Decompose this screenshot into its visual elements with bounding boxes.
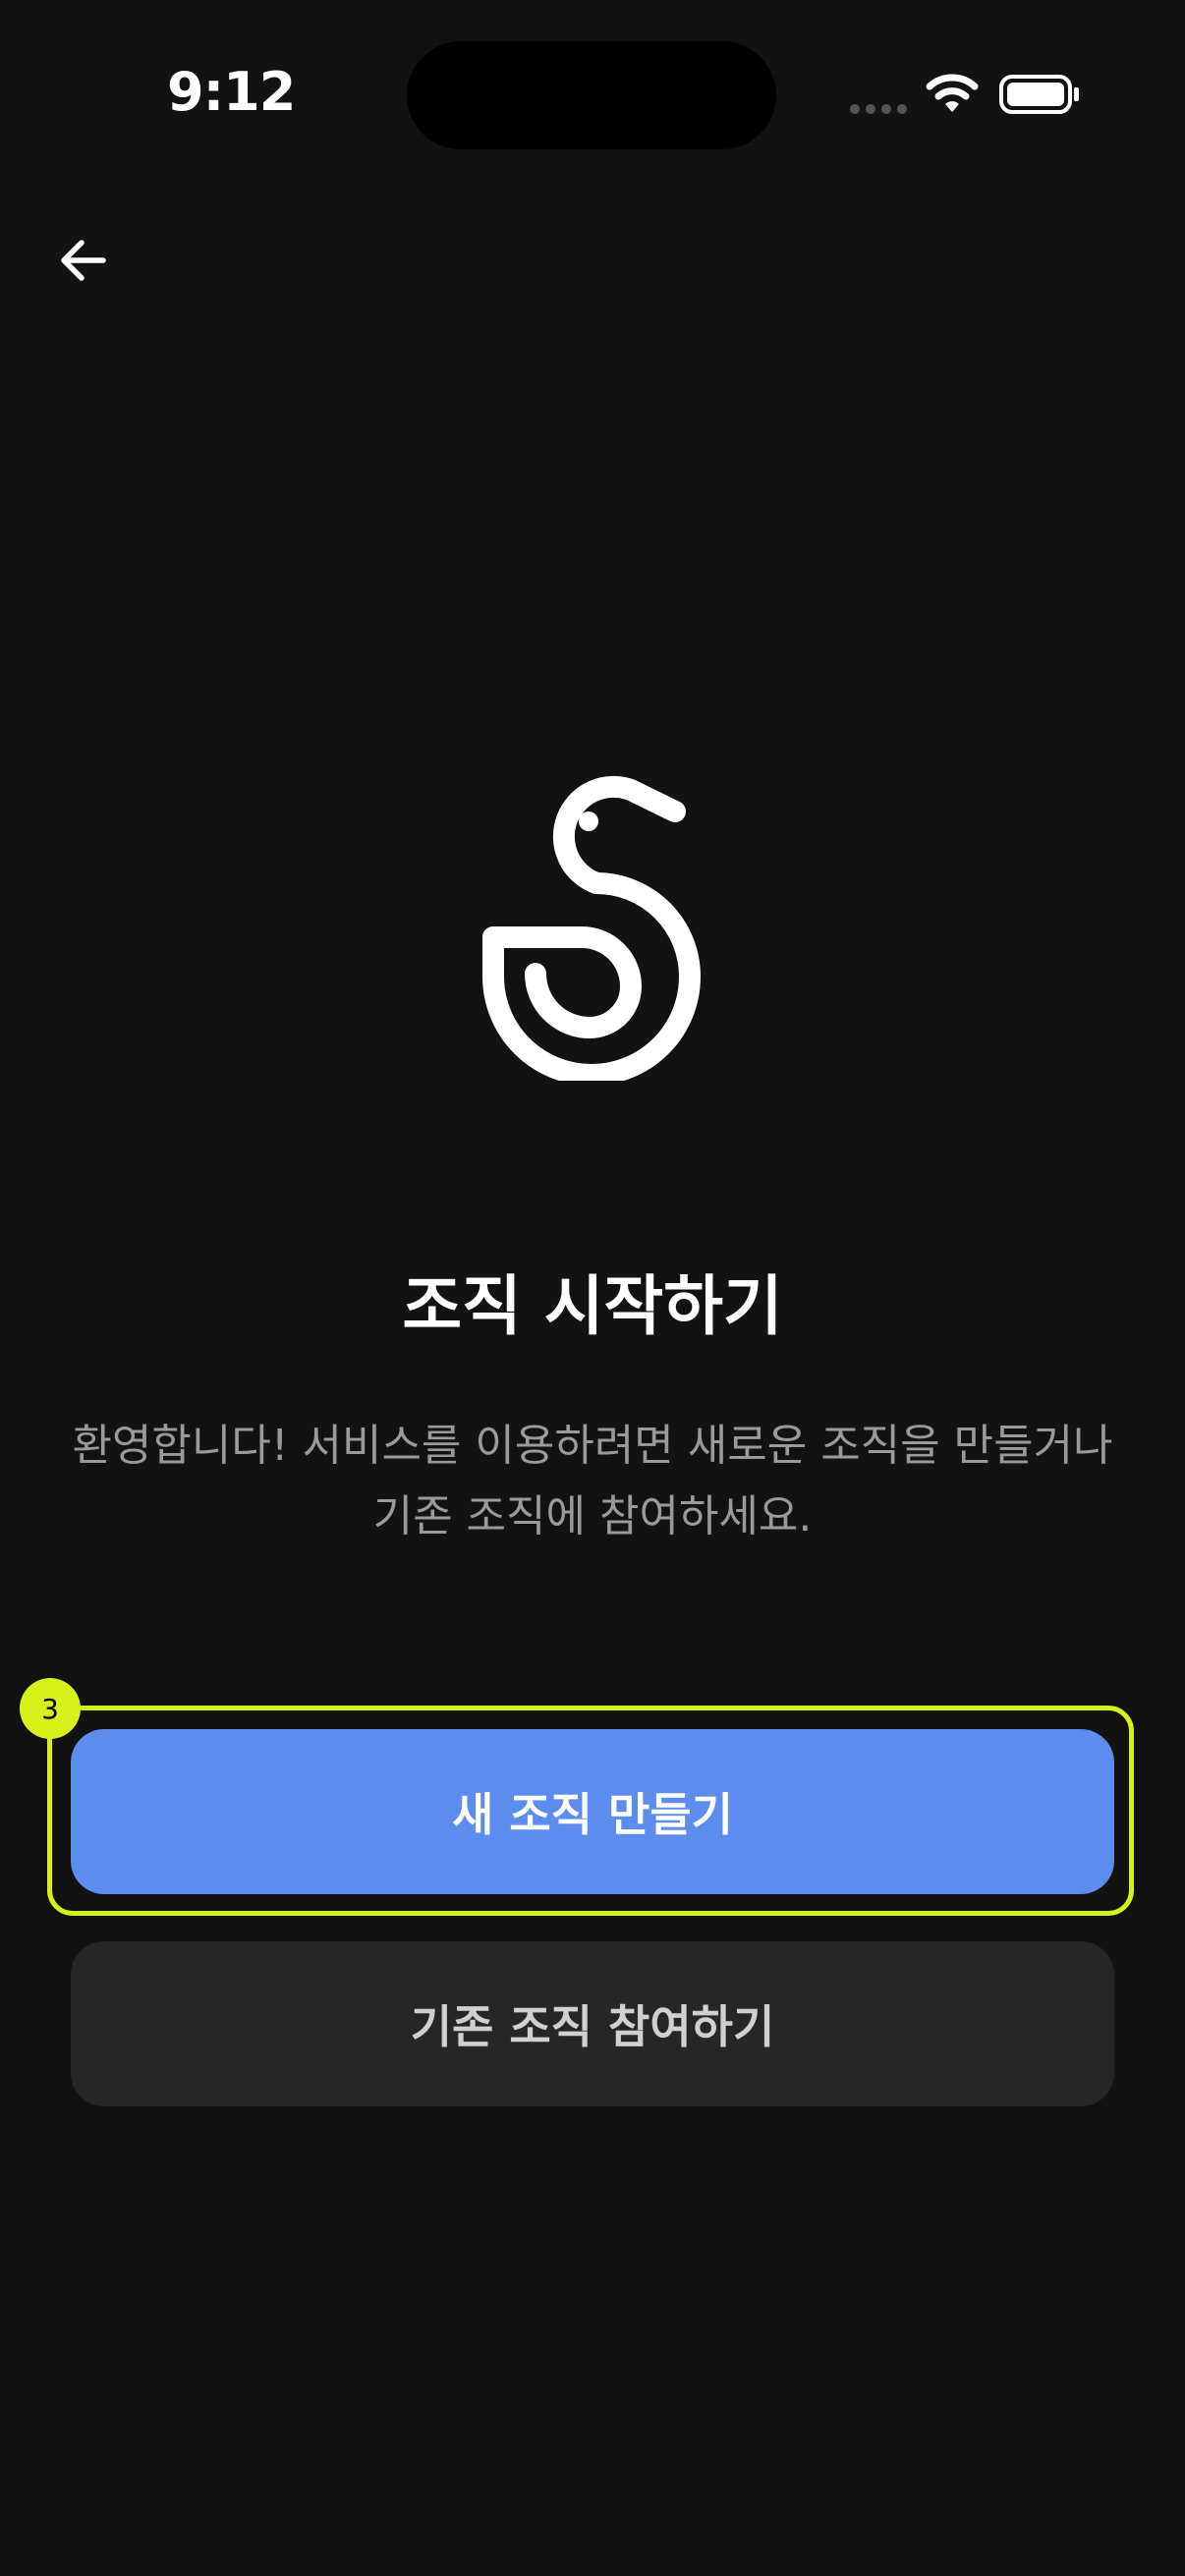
highlight-badge: 3 xyxy=(20,1678,81,1739)
dynamic-island xyxy=(407,41,776,149)
cellular-signal-icon xyxy=(850,104,907,114)
swan-logo-icon xyxy=(482,775,701,1081)
arrow-left-icon xyxy=(61,240,106,281)
status-bar: 9:12 xyxy=(0,0,1185,196)
back-button[interactable] xyxy=(39,216,128,305)
battery-icon xyxy=(999,75,1079,114)
status-time: 9:12 xyxy=(167,61,296,123)
page-subtitle: 환영합니다! 서비스를 이용하려면 새로운 조직을 만들거나 기존 조직에 참여… xyxy=(72,1421,1113,1541)
join-organization-label: 기존 조직 참여하기 xyxy=(410,2000,775,2053)
create-organization-button[interactable]: 새 조직 만들기 xyxy=(71,1729,1114,1894)
join-organization-button[interactable]: 기존 조직 참여하기 xyxy=(71,1941,1114,2106)
create-organization-label: 새 조직 만들기 xyxy=(452,1788,733,1841)
wifi-icon xyxy=(926,74,979,112)
page-title: 조직 시작하기 xyxy=(402,1268,783,1344)
